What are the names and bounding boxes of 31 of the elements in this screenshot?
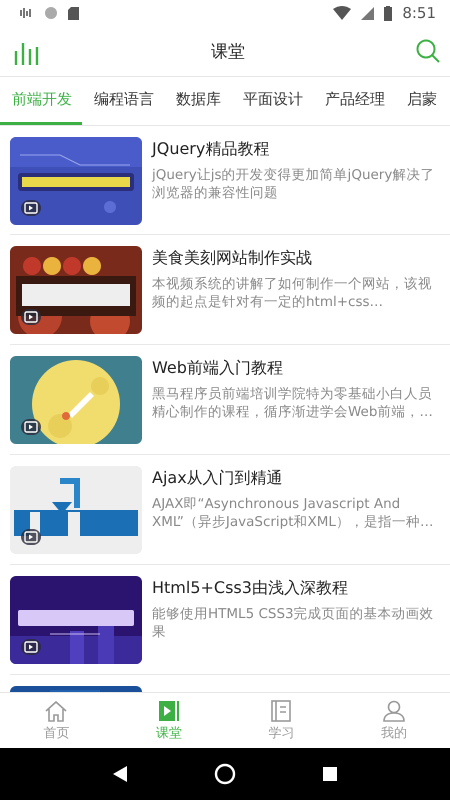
search-icon[interactable] [416, 39, 440, 63]
wifi-icon [333, 6, 352, 20]
screen-title: 课堂 [211, 40, 245, 62]
category-tab[interactable]: 产品经理 [313, 77, 395, 125]
course-title[interactable]: Ajax从入门到精通 [152, 468, 442, 489]
cell-signal-icon [361, 6, 374, 20]
play-book-icon [156, 700, 181, 722]
course-title[interactable]: Html5+Css3由浅入深教程 [152, 578, 450, 599]
clock: 8:51 [402, 4, 436, 22]
category-tab[interactable]: 启蒙 [395, 77, 447, 125]
category-tab[interactable]: 编程语言 [82, 77, 164, 125]
category-tab[interactable]: 数据库 [164, 77, 231, 125]
course-description: jQuery让js的开发变得更加简单jQuery解决了浏览器的兼容性问题 [152, 166, 436, 202]
person-icon [382, 700, 406, 722]
notebook-icon [269, 700, 294, 722]
course-description: AJAX即“Asynchronous Javascript And XML”（异步JavaScript和XML），是指一种… [152, 495, 434, 531]
course-title[interactable]: JQuery精品教程 [152, 139, 450, 160]
house-icon [44, 700, 68, 722]
battery-icon [384, 6, 392, 20]
course-title[interactable]: Web前端入门教程 [152, 358, 450, 379]
sd-card-icon [68, 6, 79, 20]
category-tab[interactable]: 平面设计 [231, 77, 313, 125]
signal-icon [20, 7, 34, 19]
circle-icon [44, 6, 58, 20]
course-description: 本视频系统的讲解了如何制作一个网站，该视频的起点是针对有一定的html+css… [152, 275, 433, 311]
course-description: 黑马程序员前端培训学院特为零基础小白人员精心制作的课程，循序渐进学会Web前端，… [152, 385, 434, 421]
course-title[interactable]: 美食美刻网站制作实战 [152, 248, 450, 269]
home-icon[interactable] [214, 763, 236, 785]
course-description: 能够使用HTML5 CSS3完成页面的基本动画效果 [152, 605, 435, 641]
back-icon[interactable] [113, 766, 128, 782]
recents-icon[interactable] [322, 767, 337, 781]
